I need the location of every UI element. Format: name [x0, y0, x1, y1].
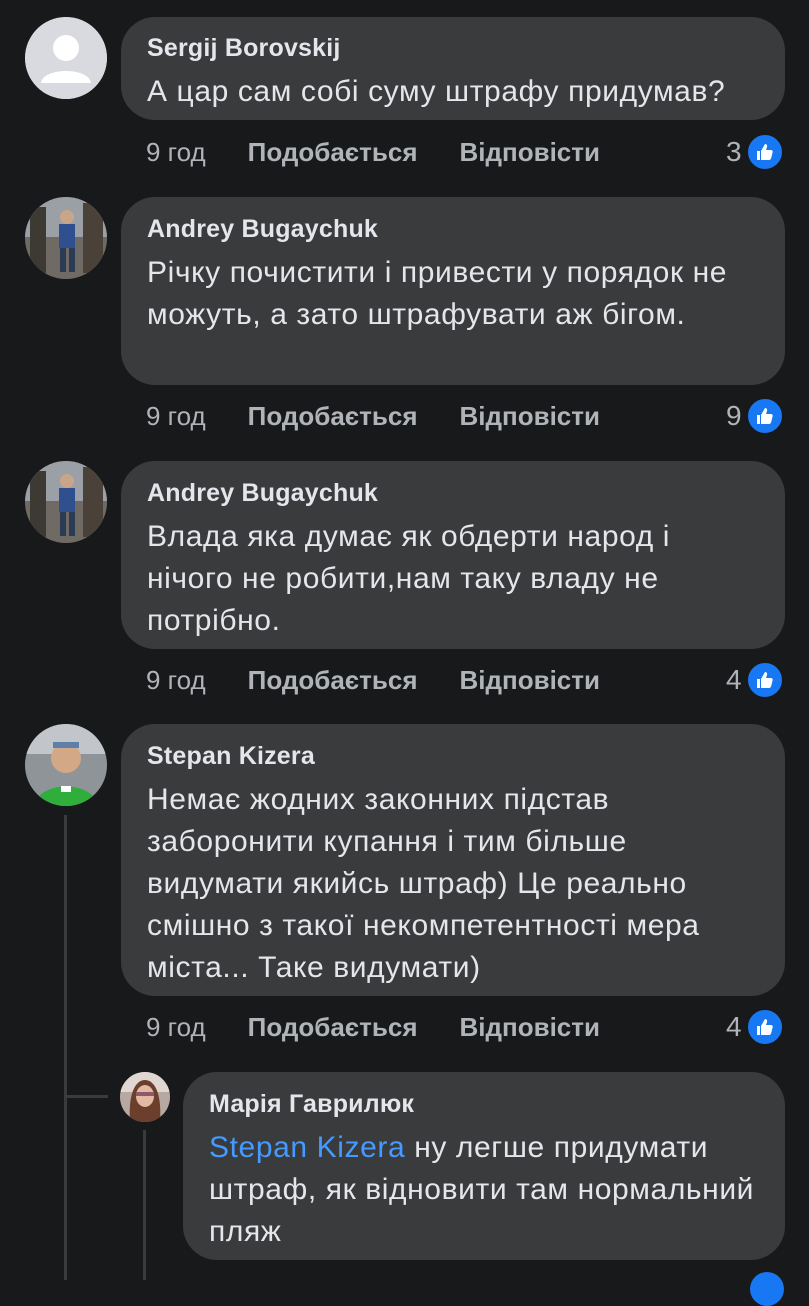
like-count: 3 [726, 136, 742, 167]
like-count: 9 [726, 400, 742, 431]
comment-time[interactable]: 9 год [146, 401, 206, 432]
avatar-default[interactable] [25, 17, 107, 99]
like-button[interactable]: Подобається [248, 401, 418, 432]
comment-text: А цар сам собі суму штрафу придумав? [147, 75, 726, 108]
avatar[interactable] [120, 1072, 170, 1122]
comment-actions: 9 год Подобається Відповісти [146, 665, 642, 696]
reply-button[interactable]: Відповісти [460, 401, 600, 432]
reply-text: Stepan Kizera ну легше придумати штраф, … [209, 1127, 759, 1253]
default-avatar-icon [25, 17, 107, 99]
avatar[interactable] [25, 461, 107, 543]
reply-bubble: Марія Гаврилюк Stepan Kizera ну легше пр… [183, 1072, 785, 1260]
reaction-count[interactable]: 4 [726, 661, 784, 699]
comment-bubble: Stepan Kizera Немає жодних законних підс… [121, 724, 785, 996]
thumbs-up-icon [745, 1008, 784, 1046]
reply-button[interactable]: Відповісти [460, 665, 600, 696]
like-button[interactable]: Подобається [248, 1012, 418, 1043]
comment-author[interactable]: Sergij Borovskij [147, 34, 759, 63]
comment-author[interactable]: Stepan Kizera [147, 742, 759, 771]
comment-text: Річку почистити і привести у порядок не … [147, 256, 728, 331]
thread-connector [64, 1095, 108, 1098]
reaction-count[interactable]: 4 [726, 1008, 784, 1046]
comment-time[interactable]: 9 год [146, 665, 206, 696]
user-photo-icon [25, 461, 107, 543]
comment-time[interactable]: 9 год [146, 137, 206, 168]
comment-bubble: Sergij Borovskij А цар сам собі суму штр… [121, 17, 785, 120]
reply-reaction-peek [750, 1272, 784, 1306]
comment-bubble: Andrey Bugaychuk Влада яка думає як обде… [121, 461, 785, 649]
reaction-count[interactable]: 9 [726, 397, 784, 435]
thumbs-up-icon [745, 397, 784, 435]
mention-link[interactable]: Stepan Kizera [209, 1131, 405, 1164]
comment-actions: 9 год Подобається Відповісти [146, 401, 642, 432]
user-photo-icon [25, 724, 107, 806]
avatar[interactable] [25, 724, 107, 806]
like-count: 4 [726, 664, 742, 695]
like-button[interactable]: Подобається [248, 137, 418, 168]
reply-button[interactable]: Відповісти [460, 137, 600, 168]
comment-author[interactable]: Andrey Bugaychuk [147, 215, 759, 244]
reply-thread-line [143, 1130, 146, 1280]
comment-time[interactable]: 9 год [146, 1012, 206, 1043]
comment-bubble: Andrey Bugaychuk Річку почистити і приве… [121, 197, 785, 385]
user-photo-icon [25, 197, 107, 279]
reply-button[interactable]: Відповісти [460, 1012, 600, 1043]
comment-text: Немає жодних законних підстав заборонити… [147, 783, 700, 984]
like-button[interactable]: Подобається [248, 665, 418, 696]
comment-author[interactable]: Andrey Bugaychuk [147, 479, 759, 508]
comment-actions: 9 год Подобається Відповісти [146, 137, 642, 168]
thread-line [64, 815, 67, 1280]
thumbs-up-icon [745, 661, 784, 699]
like-count: 4 [726, 1011, 742, 1042]
user-photo-icon [120, 1072, 170, 1122]
comment-actions: 9 год Подобається Відповісти [146, 1012, 642, 1043]
comment-text: Влада яка думає як обдерти народ і нічог… [147, 520, 671, 637]
avatar[interactable] [25, 197, 107, 279]
thumbs-up-icon [745, 133, 784, 171]
reply-author[interactable]: Марія Гаврилюк [209, 1090, 759, 1119]
reaction-count[interactable]: 3 [726, 133, 784, 171]
